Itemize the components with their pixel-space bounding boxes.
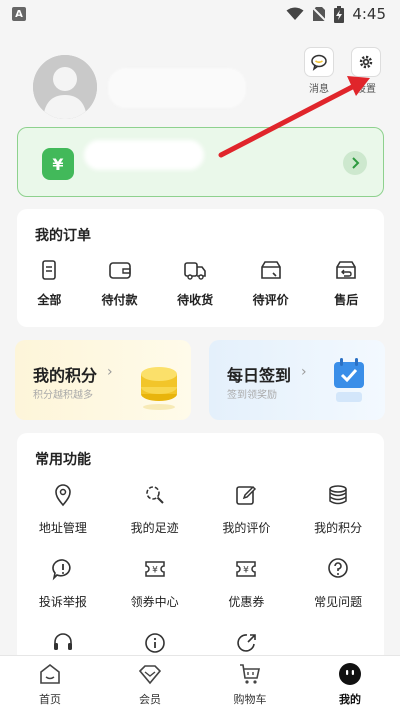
order-all[interactable]: 全部 — [17, 259, 82, 308]
info-icon — [145, 633, 165, 653]
func-label: 领券中心 — [130, 595, 179, 609]
battery-charging-icon — [334, 5, 345, 23]
gear-icon — [359, 55, 373, 69]
func-coupon-center[interactable]: ¥ 领券中心 — [109, 557, 201, 631]
wifi-icon — [286, 7, 304, 20]
order-pending-review[interactable]: 待评价 — [233, 259, 309, 308]
promo-signin-subtitle: 签到领奖励 — [227, 390, 277, 401]
svg-text:¥: ¥ — [152, 566, 158, 576]
coupon-center-icon: ¥ — [144, 561, 165, 577]
share-icon — [237, 634, 256, 652]
my-points-card[interactable]: 我的积分 › 积分越积越多 — [15, 340, 191, 420]
order-pending-receipt[interactable]: 待收货 — [157, 259, 233, 308]
tab-label: 购物车 — [233, 693, 267, 706]
settings-button[interactable] — [351, 47, 381, 77]
func-coupons[interactable]: ¥ 优惠券 — [201, 557, 293, 631]
orders-title: 我的订单 — [35, 228, 91, 244]
func-label: 我的评价 — [222, 521, 271, 535]
functions-title: 常用功能 — [35, 452, 91, 468]
promo-points-title: 我的积分 — [33, 366, 98, 385]
status-time: 4:45 — [352, 5, 386, 23]
promo-signin-title: 每日签到 — [227, 366, 292, 385]
question-icon — [328, 558, 348, 578]
coins-icon — [329, 485, 347, 505]
messages-button[interactable] — [304, 47, 334, 77]
order-label: 待付款 — [101, 293, 138, 307]
chevron-right-icon: › — [301, 364, 307, 380]
promo-points-subtitle: 积分越积越多 — [33, 390, 93, 401]
func-label: 优惠券 — [228, 595, 265, 609]
func-footprint[interactable]: 我的足迹 — [109, 483, 201, 557]
tab-home[interactable]: 首页 — [0, 656, 100, 711]
order-label: 待收货 — [177, 293, 214, 307]
profile-face-icon — [339, 663, 361, 685]
diamond-icon — [138, 665, 162, 685]
status-bar: A 4:45 — [0, 0, 400, 28]
func-label: 我的足迹 — [130, 521, 179, 535]
order-after-sales[interactable]: 售后 — [308, 259, 384, 308]
orders-card: 我的订单 全部 待付款 待收货 待评价 售后 — [17, 209, 384, 327]
yuan-wallet-icon: ¥ — [42, 148, 74, 180]
functions-card: 常用功能 地址管理 我的足迹 我的评价 我的积分 投诉举报 ¥ 领券中心 ¥ 优… — [17, 433, 384, 663]
edit-icon — [236, 485, 257, 505]
chevron-right-icon: › — [107, 364, 113, 380]
tab-cart[interactable]: 购物车 — [200, 656, 300, 711]
order-label: 待评价 — [252, 293, 289, 307]
tab-me[interactable]: 我的 — [300, 656, 400, 711]
func-reviews[interactable]: 我的评价 — [201, 483, 293, 557]
tab-label: 我的 — [339, 693, 361, 706]
home-icon — [40, 663, 60, 684]
order-label: 售后 — [334, 293, 359, 307]
complaint-icon — [52, 559, 71, 581]
bottom-tab-bar: 首页 会员 购物车 我的 — [0, 655, 400, 711]
svg-text:¥: ¥ — [244, 566, 250, 576]
chat-bubble-icon — [311, 54, 327, 71]
username-redacted[interactable] — [108, 68, 246, 108]
cart-icon — [240, 664, 260, 684]
daily-signin-card[interactable]: 每日签到 › 签到领奖励 — [209, 340, 385, 420]
func-address[interactable]: 地址管理 — [17, 483, 109, 557]
tab-member[interactable]: 会员 — [100, 656, 200, 711]
wallet-card[interactable]: ¥ — [17, 127, 384, 197]
return-icon — [336, 261, 357, 279]
calendar-check-icon — [334, 358, 364, 402]
headset-icon — [54, 633, 72, 650]
func-label: 常见问题 — [314, 595, 363, 609]
default-avatar-icon — [33, 55, 97, 119]
a-badge-icon: A — [12, 7, 26, 21]
messages-label: 消息 — [309, 84, 329, 95]
func-label: 投诉举报 — [38, 595, 87, 609]
tab-label: 会员 — [139, 693, 161, 706]
coupon-icon: ¥ — [236, 561, 257, 577]
func-points[interactable]: 我的积分 — [292, 483, 384, 557]
func-label: 我的积分 — [314, 521, 363, 535]
wallet-balance-redacted — [84, 140, 204, 170]
location-icon — [55, 484, 71, 507]
order-pending-payment[interactable]: 待付款 — [82, 259, 158, 308]
func-faq[interactable]: 常见问题 — [292, 557, 384, 631]
settings-label: 设置 — [356, 84, 376, 95]
wallet-icon — [108, 262, 131, 279]
delivery-icon — [184, 262, 206, 280]
gold-coins-icon — [141, 367, 177, 410]
func-label: 地址管理 — [38, 521, 87, 535]
chevron-right-icon[interactable] — [343, 151, 367, 175]
list-icon — [42, 260, 57, 280]
func-complaint[interactable]: 投诉举报 — [17, 557, 109, 631]
tab-label: 首页 — [39, 693, 61, 706]
review-icon — [260, 261, 281, 279]
footprint-icon — [145, 486, 164, 504]
avatar[interactable] — [33, 55, 97, 119]
order-label: 全部 — [37, 293, 62, 307]
no-sim-icon — [312, 6, 327, 22]
